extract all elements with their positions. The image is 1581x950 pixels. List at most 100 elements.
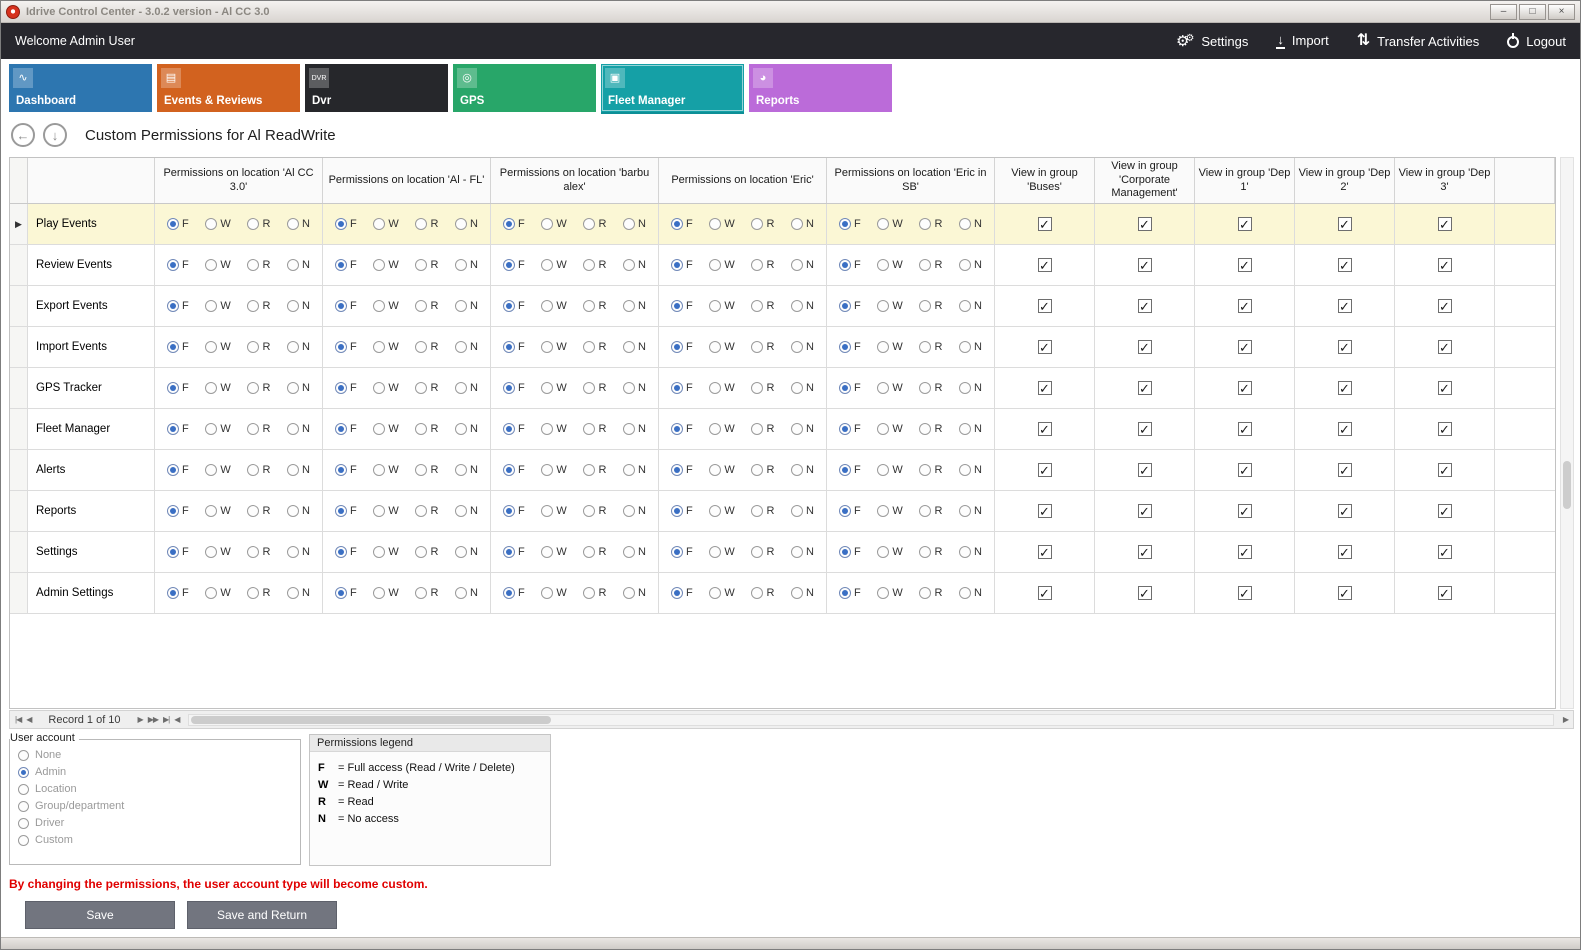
permission-radio-f[interactable]: F (839, 382, 861, 394)
permission-radio-w[interactable]: W (373, 464, 398, 476)
permission-radio-w[interactable]: W (373, 218, 398, 230)
permission-radio-n[interactable]: N (959, 587, 982, 599)
account-type-custom[interactable]: Custom (18, 834, 292, 846)
permission-radio-n[interactable]: N (791, 587, 814, 599)
permission-radio-f[interactable]: F (335, 464, 357, 476)
tab-gps[interactable]: ◎GPS (453, 64, 596, 112)
permission-radio-f[interactable]: F (503, 341, 525, 353)
group-checkbox[interactable]: ✓ (1338, 258, 1352, 272)
permission-radio-n[interactable]: N (791, 259, 814, 271)
account-type-admin[interactable]: Admin (18, 766, 292, 778)
permission-radio-w[interactable]: W (205, 218, 230, 230)
account-type-group-department[interactable]: Group/department (18, 800, 292, 812)
permission-radio-f[interactable]: F (839, 587, 861, 599)
group-checkbox[interactable]: ✓ (1438, 504, 1452, 518)
permission-radio-n[interactable]: N (959, 505, 982, 517)
permission-radio-n[interactable]: N (623, 300, 646, 312)
permission-radio-n[interactable]: N (959, 546, 982, 558)
permission-radio-f[interactable]: F (671, 505, 693, 517)
permission-radio-n[interactable]: N (287, 505, 310, 517)
permission-radio-f[interactable]: F (671, 300, 693, 312)
permission-radio-w[interactable]: W (709, 505, 734, 517)
permission-radio-r[interactable]: R (583, 300, 606, 312)
permission-radio-r[interactable]: R (919, 341, 942, 353)
permission-radio-f[interactable]: F (503, 546, 525, 558)
permission-radio-w[interactable]: W (373, 423, 398, 435)
permission-radio-n[interactable]: N (455, 546, 478, 558)
group-checkbox[interactable]: ✓ (1038, 299, 1052, 313)
permission-radio-w[interactable]: W (541, 505, 566, 517)
permission-radio-r[interactable]: R (919, 300, 942, 312)
group-checkbox[interactable]: ✓ (1038, 504, 1052, 518)
permission-radio-n[interactable]: N (959, 259, 982, 271)
permission-radio-r[interactable]: R (751, 382, 774, 394)
permission-radio-r[interactable]: R (583, 505, 606, 517)
group-checkbox[interactable]: ✓ (1038, 545, 1052, 559)
group-checkbox[interactable]: ✓ (1238, 299, 1252, 313)
permission-radio-w[interactable]: W (709, 464, 734, 476)
permission-radio-n[interactable]: N (455, 218, 478, 230)
permission-radio-f[interactable]: F (503, 218, 525, 230)
action-transfer-activities[interactable]: ⇅Transfer Activities (1357, 33, 1480, 49)
permission-radio-r[interactable]: R (415, 423, 438, 435)
permission-radio-w[interactable]: W (373, 505, 398, 517)
permission-radio-r[interactable]: R (247, 464, 270, 476)
group-checkbox[interactable]: ✓ (1038, 258, 1052, 272)
save-and-return-button[interactable]: Save and Return (187, 901, 337, 929)
permission-radio-f[interactable]: F (167, 341, 189, 353)
permission-radio-r[interactable]: R (583, 423, 606, 435)
permission-radio-w[interactable]: W (205, 259, 230, 271)
permission-radio-f[interactable]: F (167, 259, 189, 271)
permission-radio-n[interactable]: N (455, 587, 478, 599)
permission-radio-f[interactable]: F (503, 259, 525, 271)
column-header[interactable]: View in group 'Dep 3' (1395, 158, 1495, 203)
permission-radio-r[interactable]: R (919, 423, 942, 435)
permission-radio-w[interactable]: W (709, 259, 734, 271)
permission-radio-n[interactable]: N (623, 382, 646, 394)
permission-radio-n[interactable]: N (959, 423, 982, 435)
permission-radio-r[interactable]: R (415, 259, 438, 271)
permission-radio-w[interactable]: W (877, 546, 902, 558)
permission-radio-r[interactable]: R (751, 300, 774, 312)
permission-radio-f[interactable]: F (839, 218, 861, 230)
permission-radio-w[interactable]: W (373, 341, 398, 353)
permission-radio-n[interactable]: N (623, 505, 646, 517)
group-checkbox[interactable]: ✓ (1138, 258, 1152, 272)
permission-radio-f[interactable]: F (335, 218, 357, 230)
group-checkbox[interactable]: ✓ (1238, 504, 1252, 518)
permission-radio-r[interactable]: R (583, 341, 606, 353)
permission-radio-f[interactable]: F (167, 300, 189, 312)
column-header[interactable]: Permissions on location 'Eric' (659, 158, 827, 203)
permission-radio-n[interactable]: N (791, 382, 814, 394)
group-checkbox[interactable]: ✓ (1038, 422, 1052, 436)
horizontal-scrollbar-thumb[interactable] (191, 716, 551, 724)
permission-radio-w[interactable]: W (373, 587, 398, 599)
permission-radio-n[interactable]: N (959, 218, 982, 230)
permission-radio-r[interactable]: R (415, 341, 438, 353)
permission-radio-n[interactable]: N (287, 341, 310, 353)
permission-radio-w[interactable]: W (877, 505, 902, 517)
tab-fleet-manager[interactable]: ▣Fleet Manager (601, 64, 744, 112)
group-checkbox[interactable]: ✓ (1338, 381, 1352, 395)
minimize-button[interactable]: – (1490, 4, 1517, 20)
permission-radio-f[interactable]: F (503, 464, 525, 476)
group-checkbox[interactable]: ✓ (1438, 381, 1452, 395)
permission-radio-w[interactable]: W (205, 464, 230, 476)
permission-radio-r[interactable]: R (247, 505, 270, 517)
permission-radio-w[interactable]: W (709, 423, 734, 435)
permission-radio-f[interactable]: F (839, 423, 861, 435)
next-record-button[interactable]: ▶ (138, 715, 143, 724)
group-checkbox[interactable]: ✓ (1438, 545, 1452, 559)
permission-radio-f[interactable]: F (503, 587, 525, 599)
permission-radio-n[interactable]: N (287, 587, 310, 599)
permission-radio-f[interactable]: F (167, 464, 189, 476)
first-record-button[interactable]: |◀ (15, 715, 21, 724)
permission-radio-r[interactable]: R (751, 341, 774, 353)
permission-radio-n[interactable]: N (287, 218, 310, 230)
permission-radio-w[interactable]: W (709, 341, 734, 353)
permission-radio-r[interactable]: R (247, 259, 270, 271)
permission-radio-f[interactable]: F (671, 464, 693, 476)
permission-radio-r[interactable]: R (751, 505, 774, 517)
permission-radio-w[interactable]: W (709, 218, 734, 230)
last-record-button[interactable]: ▶| (163, 715, 169, 724)
